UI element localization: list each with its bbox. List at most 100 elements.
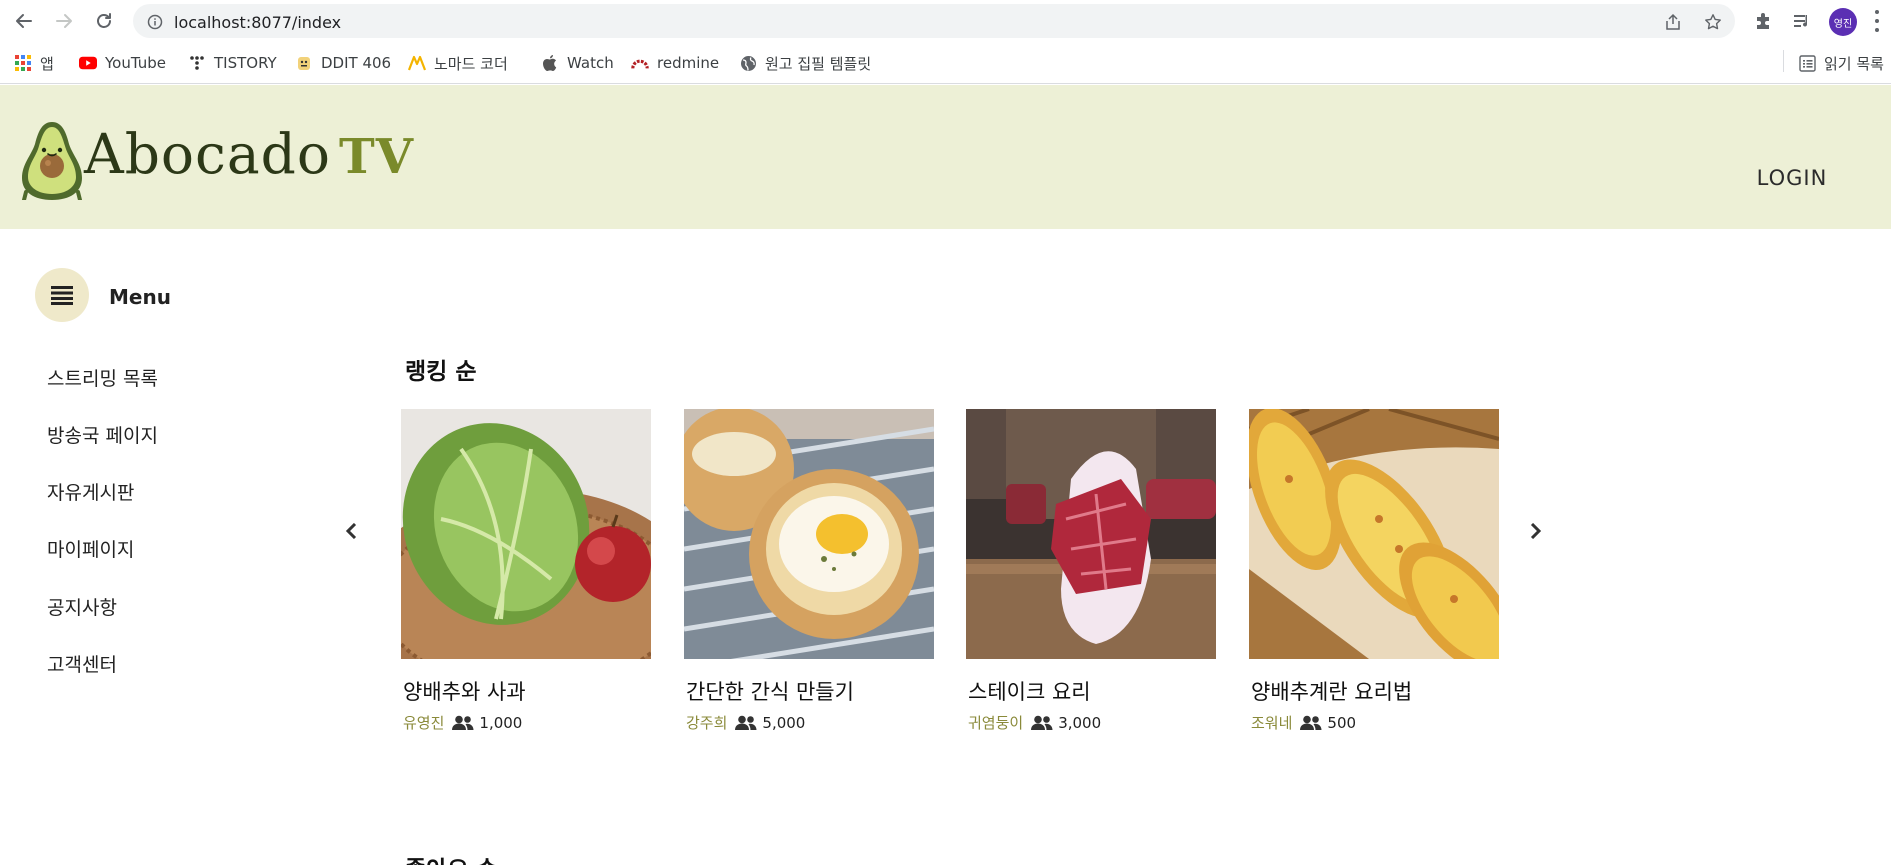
bookmark-watch[interactable]: Watch	[541, 51, 614, 75]
bookmark-label: YouTube	[105, 54, 166, 72]
bookmark-label: 원고 집필 템플릿	[765, 54, 872, 73]
egg-bread-image	[684, 409, 934, 659]
bookmark-template[interactable]: 원고 집필 템플릿	[739, 51, 871, 75]
bookmark-label: TISTORY	[214, 54, 277, 72]
stream-card[interactable]: 양배추계란 요리법 조워네 500	[1249, 409, 1499, 733]
stream-thumbnail[interactable]	[684, 409, 934, 659]
url-text[interactable]: localhost:8077/index	[174, 13, 341, 32]
bookmark-youtube[interactable]: YouTube	[79, 51, 166, 75]
viewer-count-value: 3,000	[1058, 713, 1102, 732]
stream-title[interactable]: 양배추와 사과	[403, 676, 651, 706]
sidebar-item-free-board[interactable]: 자유게시판	[47, 478, 134, 505]
youtube-icon	[79, 54, 97, 72]
nomad-coder-icon	[408, 54, 426, 72]
star-bookmark-icon[interactable]	[1703, 12, 1723, 32]
sidebar-item-customer-center[interactable]: 고객센터	[47, 650, 117, 677]
stream-meta: 강주희 5,000	[686, 712, 934, 733]
carousel-next-button[interactable]	[1525, 520, 1547, 542]
stream-author[interactable]: 조워네	[1251, 712, 1292, 733]
redmine-icon	[631, 54, 649, 72]
ranking-section-title: 랭킹 순	[405, 359, 477, 385]
users-icon	[452, 715, 474, 730]
stream-meta: 유영진 1,000	[403, 712, 651, 733]
reading-list-label: 읽기 목록	[1824, 54, 1884, 73]
stream-author[interactable]: 유영진	[403, 712, 444, 733]
address-bar[interactable]: localhost:8077/index	[133, 4, 1735, 38]
bookmark-label: redmine	[657, 54, 720, 72]
browser-menu-icon[interactable]	[1872, 10, 1882, 32]
cabbage-apple-image	[401, 409, 651, 659]
chevron-right-icon	[1530, 523, 1542, 539]
bookmark-apps[interactable]: 앱	[14, 51, 54, 75]
viewer-count-value: 1,000	[479, 713, 523, 732]
bookmarks-divider	[1783, 50, 1784, 72]
site-info-icon[interactable]	[145, 12, 165, 32]
arrow-left-icon	[16, 14, 32, 28]
bookmark-tistory[interactable]: TISTORY	[188, 51, 277, 75]
bookmark-label: 앱	[40, 54, 54, 73]
chevron-left-icon	[345, 523, 357, 539]
stream-author[interactable]: 강주희	[686, 712, 727, 733]
egg-rolls-image	[1249, 409, 1499, 659]
tistory-icon	[188, 54, 206, 72]
reading-list-icon	[1798, 54, 1816, 72]
viewer-count: 3,000	[1031, 714, 1101, 732]
reload-button[interactable]	[90, 7, 118, 35]
viewer-count: 1,000	[452, 714, 522, 732]
bookmark-ddit[interactable]: DDIT 406	[295, 51, 391, 75]
reload-icon	[97, 13, 111, 28]
media-queue-icon[interactable]	[1791, 10, 1813, 32]
steak-image	[966, 409, 1216, 659]
users-icon	[1300, 715, 1322, 730]
ddit-icon	[295, 54, 313, 72]
bookmark-label: 노마드 코더	[434, 54, 508, 73]
bookmark-label: DDIT 406	[321, 54, 392, 72]
sidebar-item-streaming-list[interactable]: 스트리밍 목록	[47, 364, 158, 391]
sidebar-item-notice[interactable]: 공지사항	[47, 593, 117, 620]
stream-card[interactable]: 스테이크 요리 귀염둥이 3,000	[966, 409, 1216, 733]
stream-thumbnail[interactable]	[401, 409, 651, 659]
viewer-count-value: 500	[1327, 713, 1357, 732]
users-icon	[735, 715, 757, 730]
stream-card[interactable]: 양배추와 사과 유영진 1,000	[401, 409, 651, 733]
bookmark-label: Watch	[567, 54, 614, 72]
extensions-puzzle-icon[interactable]	[1752, 10, 1774, 32]
users-icon	[1031, 715, 1053, 730]
viewer-count: 500	[1300, 714, 1356, 732]
stream-meta: 조워네 500	[1251, 712, 1499, 733]
logo-suffix: TV	[338, 129, 414, 185]
login-button[interactable]: LOGIN	[1730, 157, 1854, 199]
menu-list-icon	[51, 286, 73, 305]
stream-title[interactable]: 스테이크 요리	[968, 676, 1216, 706]
bookmark-nomad-coder[interactable]: 노마드 코더	[408, 51, 508, 75]
apple-icon	[541, 54, 559, 72]
profile-avatar[interactable]: 영진	[1829, 8, 1857, 36]
stream-thumbnail[interactable]	[966, 409, 1216, 659]
reading-list-button[interactable]: 읽기 목록	[1798, 51, 1884, 75]
viewer-count-value: 5,000	[762, 713, 806, 732]
arrow-right-icon	[56, 14, 72, 28]
apps-grid-icon	[14, 54, 32, 72]
stream-card[interactable]: 간단한 간식 만들기 강주희 5,000	[684, 409, 934, 733]
menu-toggle-button[interactable]	[35, 268, 89, 322]
sidebar-item-broadcast-page[interactable]: 방송국 페이지	[47, 421, 158, 448]
share-icon[interactable]	[1663, 12, 1683, 32]
site-header: Abocado TV LOGIN	[0, 85, 1891, 229]
sidebar-item-my-page[interactable]: 마이페이지	[47, 535, 134, 562]
site-logo[interactable]: Abocado TV	[20, 120, 413, 202]
bookmarks-bar: 앱 YouTube TISTORY DDIT 406 노마드 코더 Watch	[0, 42, 1891, 84]
viewer-count: 5,000	[735, 714, 805, 732]
logo-text: Abocado TV	[84, 122, 414, 186]
globe-icon	[739, 54, 757, 72]
back-button[interactable]	[10, 7, 38, 35]
forward-button[interactable]	[50, 7, 78, 35]
menu-label: Menu	[109, 285, 171, 309]
likes-section-title: 좋아요 순	[405, 850, 498, 865]
logo-name: Abocado	[84, 122, 331, 186]
bookmark-redmine[interactable]: redmine	[631, 51, 719, 75]
stream-title[interactable]: 간단한 간식 만들기	[686, 676, 934, 706]
stream-thumbnail[interactable]	[1249, 409, 1499, 659]
stream-title[interactable]: 양배추계란 요리법	[1251, 676, 1499, 706]
carousel-prev-button[interactable]	[340, 520, 362, 542]
stream-author[interactable]: 귀염둥이	[968, 712, 1023, 733]
